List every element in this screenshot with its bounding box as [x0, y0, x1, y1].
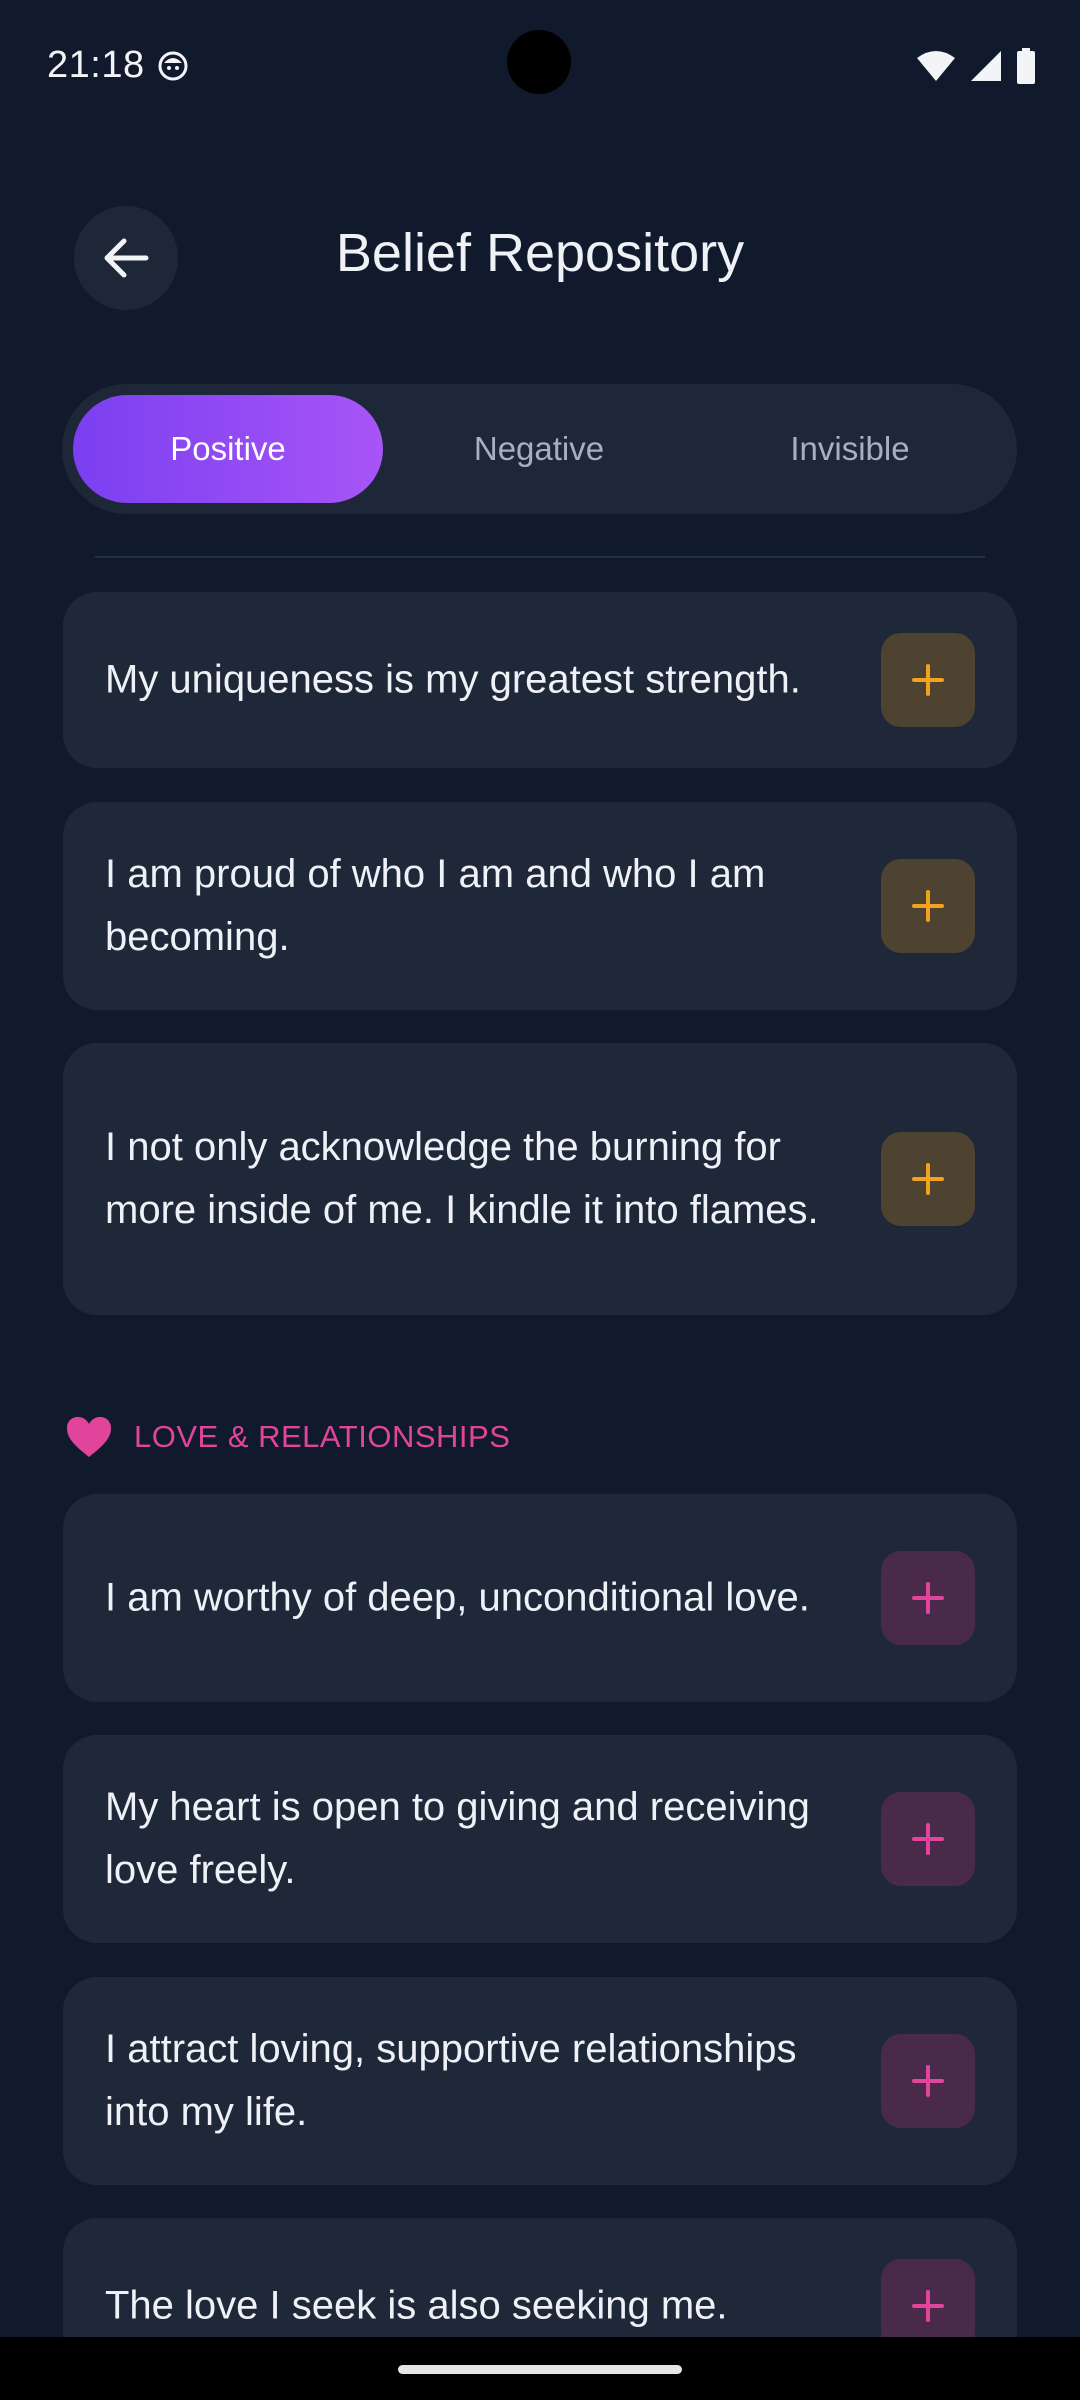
add-belief-button[interactable]	[881, 1132, 975, 1226]
belief-text: I am worthy of deep, unconditional love.	[105, 1575, 810, 1620]
divider	[95, 556, 985, 558]
plus-icon	[912, 2065, 944, 2097]
status-bar: 21:18	[0, 0, 1080, 130]
belief-type-tabs: Positive Negative Invisible	[62, 384, 1017, 514]
plus-icon	[912, 1582, 944, 1614]
section-label: LOVE & RELATIONSHIPS	[134, 1419, 511, 1454]
belief-card[interactable]: I am proud of who I am and who I am beco…	[63, 802, 1017, 1010]
belief-card[interactable]: My uniqueness is my greatest strength.	[63, 592, 1017, 768]
add-belief-button[interactable]	[881, 1792, 975, 1886]
belief-text: My heart is open to giving and receiving…	[105, 1785, 810, 1892]
belief-card[interactable]: I attract loving, supportive relationshi…	[63, 1977, 1017, 2185]
belief-card[interactable]: My heart is open to giving and receiving…	[63, 1735, 1017, 1943]
belief-text: My uniqueness is my greatest strength.	[105, 657, 801, 702]
wifi-icon	[917, 51, 955, 81]
belief-text: I not only acknowledge the burning for m…	[105, 1125, 819, 1232]
add-belief-button[interactable]	[881, 1551, 975, 1645]
plus-icon	[912, 664, 944, 696]
belief-text: I am proud of who I am and who I am beco…	[105, 852, 766, 959]
plus-icon	[912, 1823, 944, 1855]
heart-icon	[67, 1417, 111, 1457]
plus-icon	[912, 1163, 944, 1195]
add-belief-button[interactable]	[881, 633, 975, 727]
system-icons	[916, 48, 1036, 84]
signal-icon	[971, 51, 1001, 81]
belief-card[interactable]: I not only acknowledge the burning for m…	[63, 1043, 1017, 1315]
add-belief-button[interactable]	[881, 2034, 975, 2128]
section-header-love: LOVE & RELATIONSHIPS	[66, 1412, 510, 1462]
belief-text: The love I seek is also seeking me.	[105, 2283, 728, 2328]
belief-card[interactable]: I am worthy of deep, unconditional love.	[63, 1494, 1017, 1702]
tab-positive[interactable]: Positive	[73, 395, 383, 503]
status-time: 21:18	[47, 44, 145, 86]
camera-cutout	[507, 30, 571, 94]
face-icon	[158, 51, 188, 81]
page-title: Belief Repository	[335, 223, 745, 283]
plus-icon	[912, 2290, 944, 2322]
belief-text: I attract loving, supportive relationshi…	[105, 2027, 797, 2134]
add-belief-button[interactable]	[881, 859, 975, 953]
tab-negative[interactable]: Negative	[384, 395, 694, 503]
battery-icon	[1017, 48, 1035, 84]
plus-icon	[912, 890, 944, 922]
home-gesture-handle[interactable]	[398, 2365, 682, 2374]
tab-invisible[interactable]: Invisible	[695, 395, 1005, 503]
